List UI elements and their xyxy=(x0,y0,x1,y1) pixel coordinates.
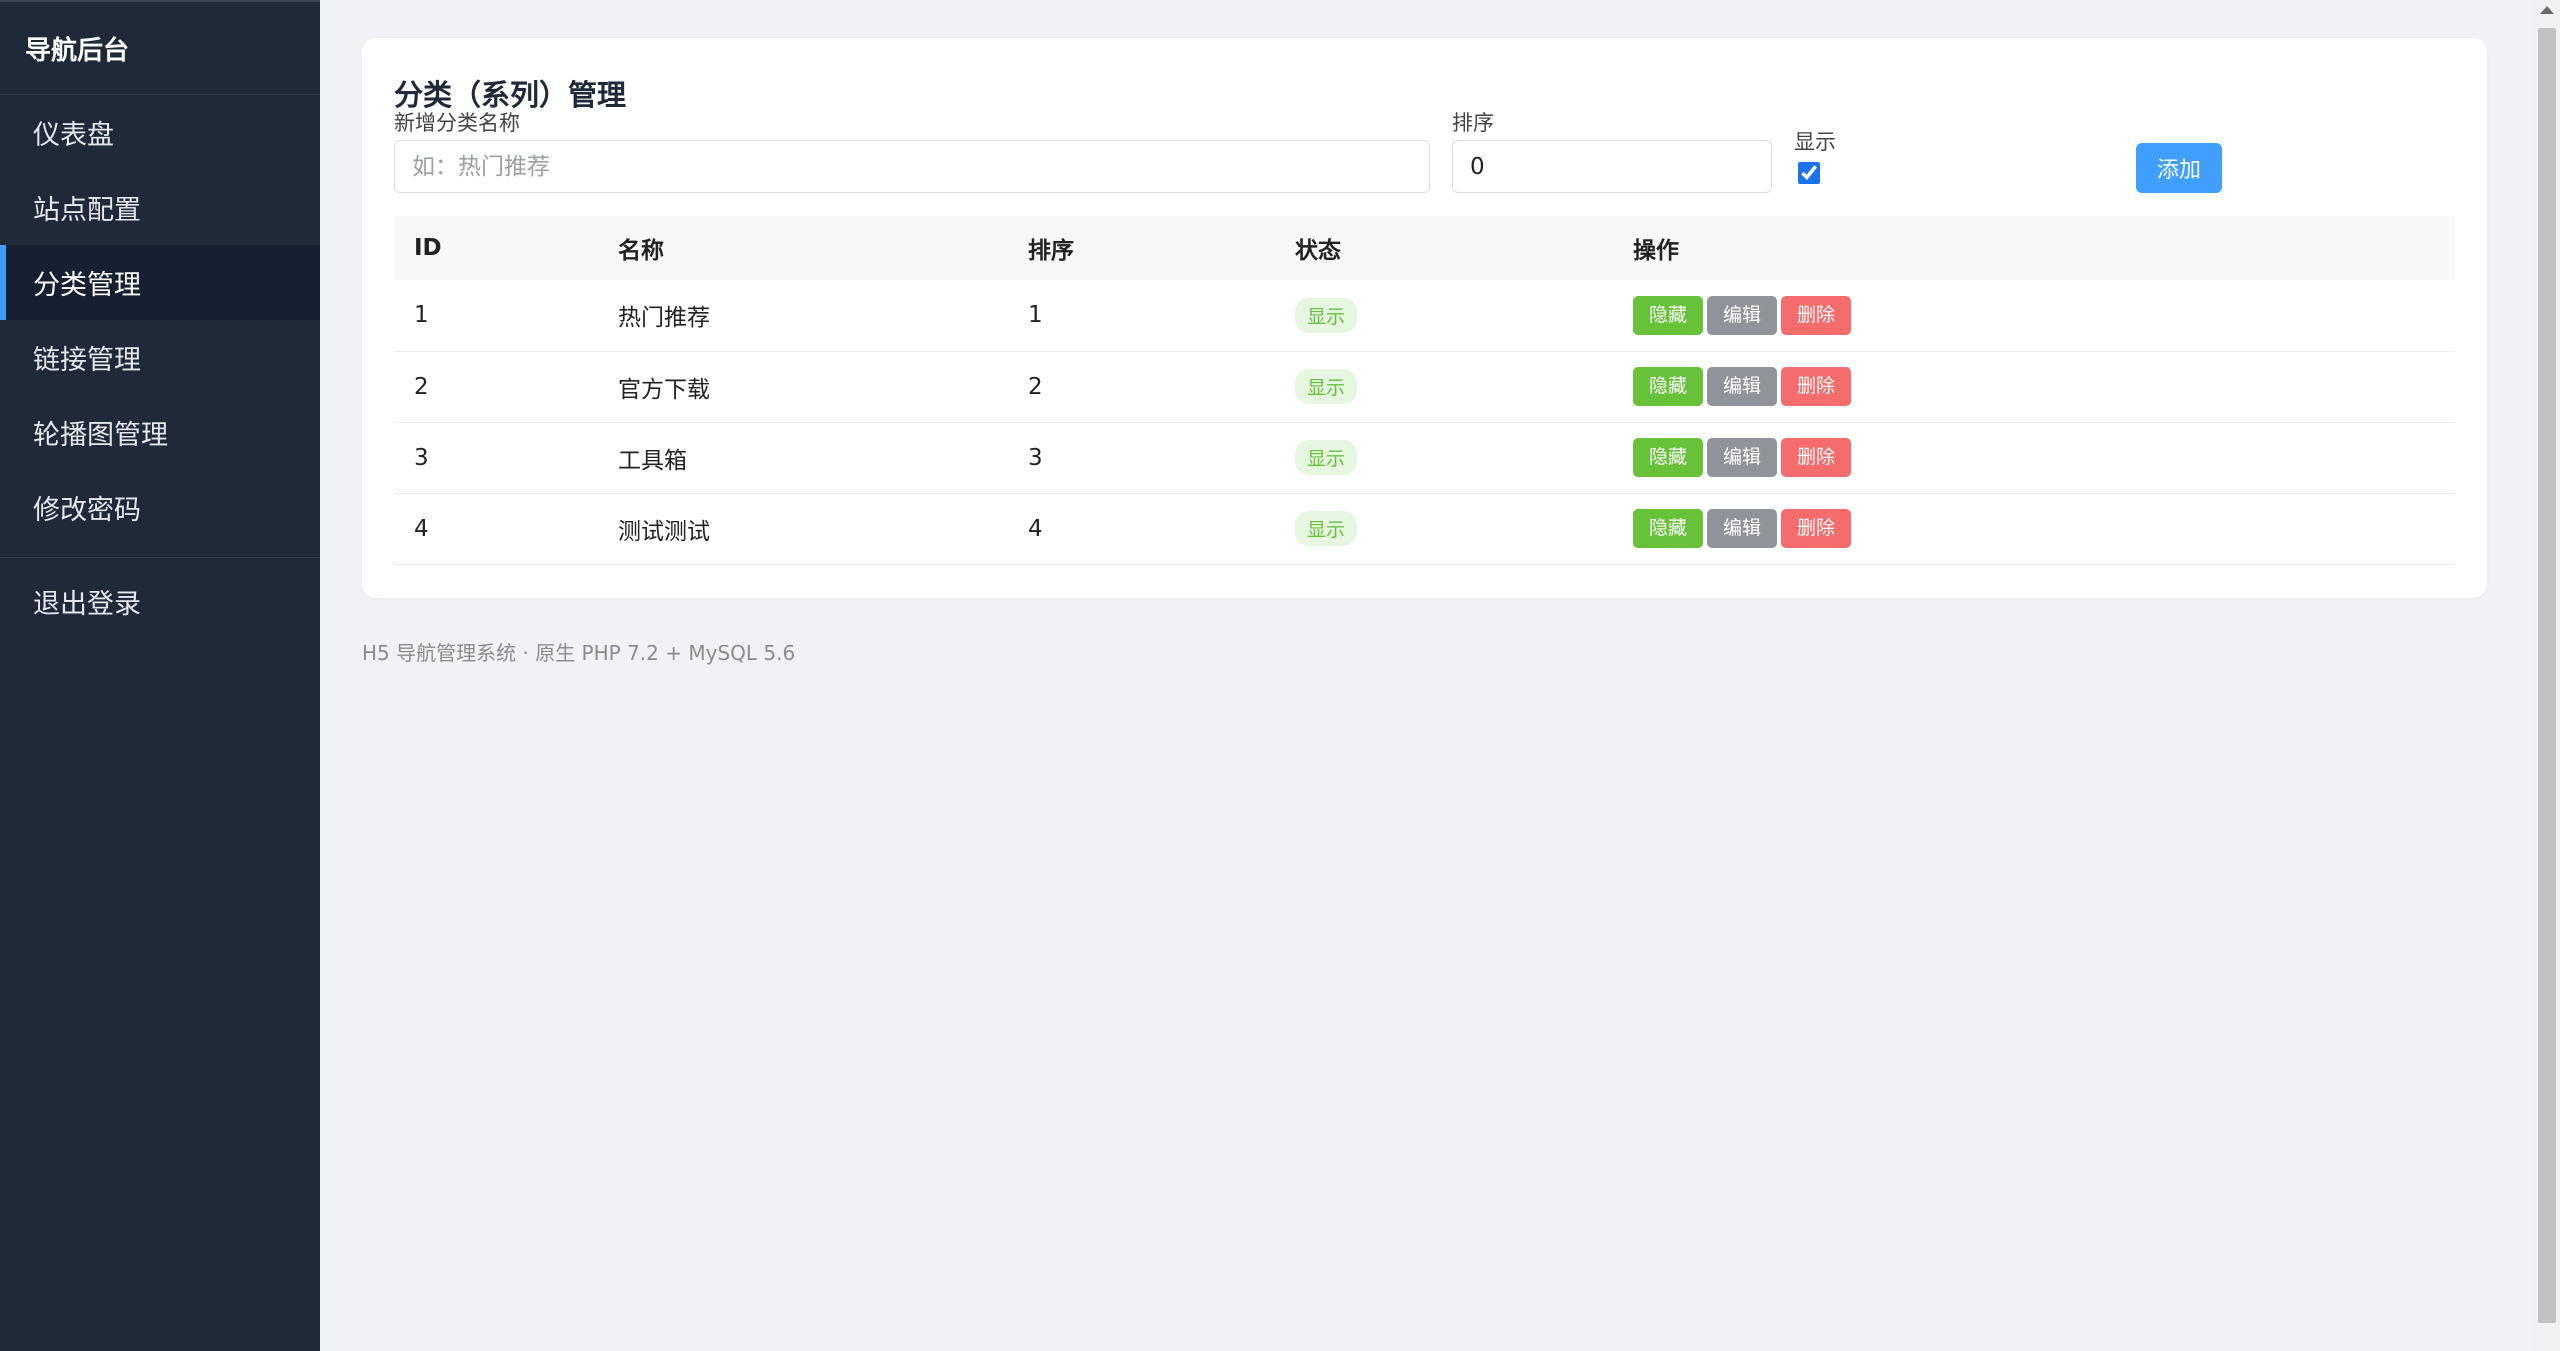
header-id: ID xyxy=(414,235,442,261)
cell-status: 显示 xyxy=(1275,351,1613,422)
sidebar-item-site-config[interactable]: 站点配置 xyxy=(0,170,320,245)
vertical-scrollbar[interactable] xyxy=(2534,0,2560,1351)
cell-name: 官方下载 xyxy=(618,376,710,403)
table-row: 4 测试测试 4 显示 隐藏 编辑 删除 xyxy=(394,493,2455,564)
delete-button[interactable]: 删除 xyxy=(1781,367,1851,406)
cell-status: 显示 xyxy=(1275,493,1613,564)
sidebar-divider xyxy=(0,557,320,558)
sidebar-item-carousel[interactable]: 轮播图管理 xyxy=(0,395,320,470)
table-row: 3 工具箱 3 显示 隐藏 编辑 删除 xyxy=(394,422,2455,493)
status-badge: 显示 xyxy=(1295,440,1358,475)
category-table: ID 名称 排序 状态 操作 1 热门推荐 1 显示 隐藏 编辑 删除 2 官方… xyxy=(394,216,2455,565)
table-row: 2 官方下载 2 显示 隐藏 编辑 删除 xyxy=(394,351,2455,422)
status-badge: 显示 xyxy=(1295,297,1358,333)
cell-id: 3 xyxy=(414,444,429,471)
cell-name: 工具箱 xyxy=(618,447,687,474)
cell-actions: 隐藏 编辑 删除 xyxy=(1613,280,2455,351)
cell-status: 显示 xyxy=(1275,422,1613,493)
cell-id: 4 xyxy=(414,515,429,542)
header-actions: 操作 xyxy=(1633,238,1679,264)
header-name: 名称 xyxy=(618,238,664,264)
sidebar: 导航后台 仪表盘 站点配置 分类管理 链接管理 轮播图管理 修改密码 退出登录 xyxy=(0,0,320,1351)
cell-id: 2 xyxy=(414,373,429,400)
edit-button[interactable]: 编辑 xyxy=(1707,509,1777,548)
cell-name: 测试测试 xyxy=(618,518,710,545)
status-badge: 显示 xyxy=(1295,511,1358,546)
cell-sort: 3 xyxy=(1028,444,1043,471)
category-name-input[interactable] xyxy=(394,140,1430,193)
header-status: 状态 xyxy=(1295,238,1341,264)
edit-button[interactable]: 编辑 xyxy=(1707,295,1777,335)
cell-sort: 2 xyxy=(1028,373,1043,400)
sidebar-item-dashboard[interactable]: 仪表盘 xyxy=(0,95,320,170)
cell-sort: 4 xyxy=(1028,515,1043,542)
sidebar-item-password[interactable]: 修改密码 xyxy=(0,470,320,545)
sort-label: 排序 xyxy=(1452,111,1494,135)
table-row: 1 热门推荐 1 显示 隐藏 编辑 删除 xyxy=(394,280,2455,351)
cell-status: 显示 xyxy=(1275,280,1613,351)
cell-id: 1 xyxy=(414,302,429,329)
header-sort: 排序 xyxy=(1028,238,1074,264)
show-checkbox[interactable] xyxy=(1798,162,1820,184)
sidebar-item-links[interactable]: 链接管理 xyxy=(0,320,320,395)
category-card: 分类（系列）管理 新增分类名称 排序 显示 添加 ID 名称 排序 状态 操作 xyxy=(362,38,2487,598)
show-label: 显示 xyxy=(1794,130,1836,154)
sidebar-item-logout[interactable]: 退出登录 xyxy=(0,564,320,639)
cell-actions: 隐藏 编辑 删除 xyxy=(1613,422,2455,493)
status-badge: 显示 xyxy=(1295,369,1358,404)
add-button[interactable]: 添加 xyxy=(2136,143,2222,193)
hide-button[interactable]: 隐藏 xyxy=(1633,367,1703,406)
cell-actions: 隐藏 编辑 删除 xyxy=(1613,493,2455,564)
footer-text: H5 导航管理系统 · 原生 PHP 7.2 + MySQL 5.6 xyxy=(362,641,796,665)
table-header-row: ID 名称 排序 状态 操作 xyxy=(394,216,2455,280)
delete-button[interactable]: 删除 xyxy=(1781,295,1851,335)
delete-button[interactable]: 删除 xyxy=(1781,509,1851,548)
hide-button[interactable]: 隐藏 xyxy=(1633,438,1703,477)
edit-button[interactable]: 编辑 xyxy=(1707,438,1777,477)
sort-input[interactable] xyxy=(1452,140,1772,193)
scroll-up-arrow-icon[interactable] xyxy=(2540,6,2554,14)
hide-button[interactable]: 隐藏 xyxy=(1633,509,1703,548)
sidebar-item-categories[interactable]: 分类管理 xyxy=(0,245,320,320)
hide-button[interactable]: 隐藏 xyxy=(1633,295,1703,335)
cell-name: 热门推荐 xyxy=(618,305,710,332)
edit-button[interactable]: 编辑 xyxy=(1707,367,1777,406)
cell-actions: 隐藏 编辑 删除 xyxy=(1613,351,2455,422)
delete-button[interactable]: 删除 xyxy=(1781,438,1851,477)
brand-title: 导航后台 xyxy=(0,2,320,95)
scroll-thumb[interactable] xyxy=(2538,28,2556,1323)
cell-sort: 1 xyxy=(1028,302,1043,329)
name-label: 新增分类名称 xyxy=(394,111,520,135)
main-content: 分类（系列）管理 新增分类名称 排序 显示 添加 ID 名称 排序 状态 操作 xyxy=(320,0,2534,1351)
